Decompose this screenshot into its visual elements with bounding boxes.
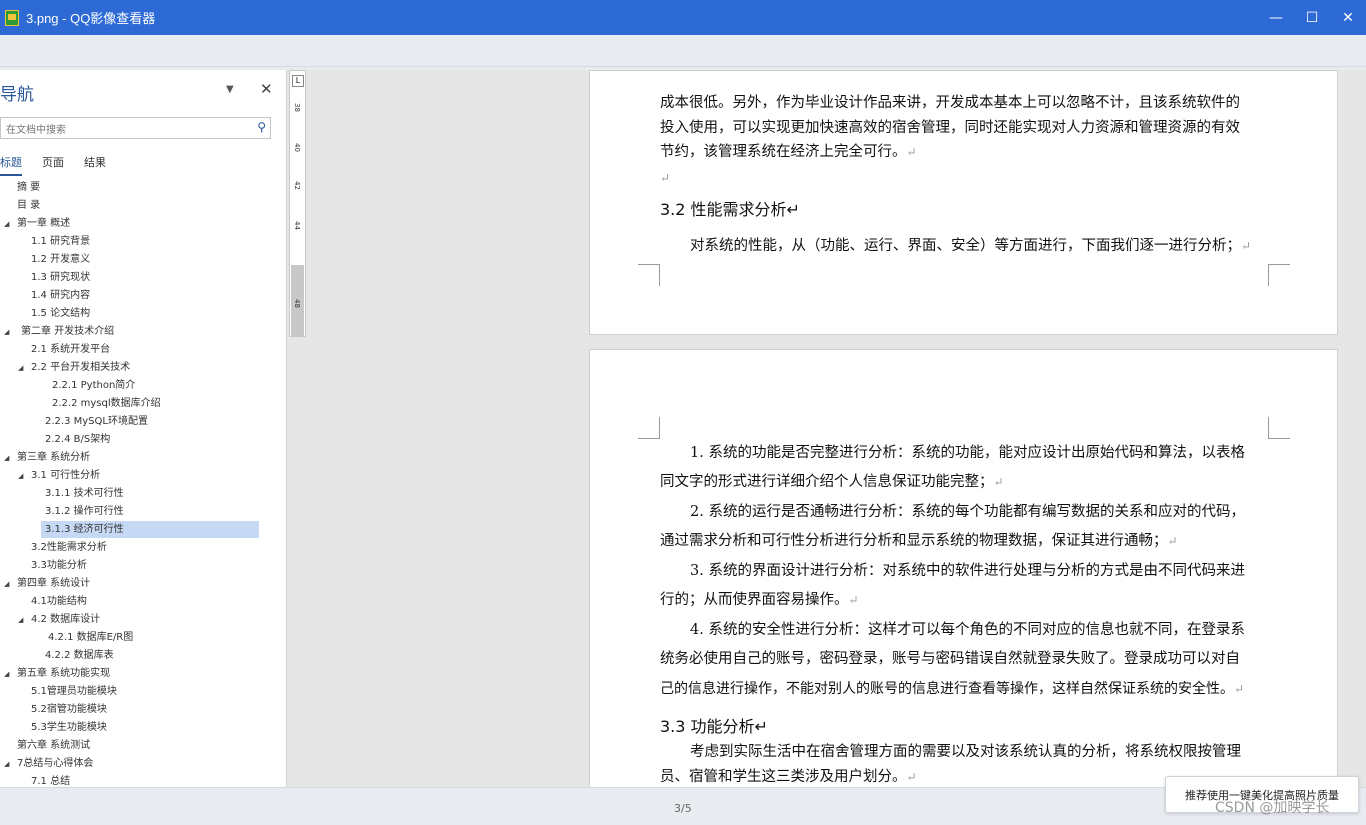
empty-paragraph: ↵ [660,171,671,185]
page-indicator: 3/5 [674,802,692,815]
maximize-button[interactable]: ☐ [1294,0,1330,35]
search-icon[interactable]: ⚲ [257,120,266,134]
tree-item[interactable]: 2.2.3 MySQL环境配置 [45,413,148,430]
tree-item[interactable]: 第六章 系统测试 [17,737,90,754]
collapse-triangle-icon[interactable]: ◢ [4,670,9,678]
minimize-button[interactable]: — [1258,0,1294,35]
tree-item[interactable]: 2.2.2 mysql数据库介绍 [52,395,161,412]
tree-item[interactable]: 3.1.2 操作可行性 [45,503,124,520]
tree-item[interactable]: 1.5 论文结构 [31,305,90,322]
collapse-triangle-icon[interactable]: ◢ [18,364,23,372]
tree-item[interactable]: 5.2宿管功能模块 [31,701,107,718]
navigation-pane: 导航 ▼ ✕ ⚲ 标题 页面 结果 摘 要 目 录 ◢ 第一章 概述 1.1 研… [0,70,287,787]
tree-item[interactable]: 第四章 系统设计 [17,575,90,592]
tree-item[interactable]: 3.3功能分析 [31,557,87,574]
document-page: 1. 系统的功能是否完整进行分析：系统的功能，能对应设计出原始代码和算法，以表格… [589,349,1338,787]
title-bar: 3.png - QQ影像查看器 — ☐ ✕ [0,0,1366,35]
ruler-tick: 42 [293,181,301,190]
tree-item[interactable]: 2.2 平台开发相关技术 [31,359,130,376]
margin-marker [1268,417,1290,439]
collapse-triangle-icon[interactable]: ◢ [4,454,9,462]
tree-item[interactable]: 2.1 系统开发平台 [31,341,110,358]
body-text: 同文字的形式进行详细介绍个人信息保证功能完整；↵ [660,474,1004,490]
tree-item[interactable]: 1.3 研究现状 [31,269,90,286]
body-text: 统务必使用自己的账号，密码登录，账号与密码错误自然就登录失败了。登录成功可以对自 [660,651,1240,667]
tab-stop-icon[interactable]: L [292,75,304,87]
body-text: 对系统的性能，从（功能、运行、界面、安全）等方面进行，下面我们逐一进行分析；↵ [690,238,1252,254]
collapse-triangle-icon[interactable]: ◢ [4,220,9,228]
nav-title: 导航 [0,85,34,105]
collapse-triangle-icon[interactable]: ◢ [4,580,9,588]
document-page: 成本很低。另外，作为毕业设计作品来讲，开发成本基本上可以忽略不计，且该系统软件的… [589,70,1338,335]
ruler-tick: 44 [293,221,301,230]
window-title: 3.png - QQ影像查看器 [26,11,156,26]
close-button[interactable]: ✕ [1330,0,1366,35]
body-text: 行的；从而使界面容易操作。↵ [660,592,859,608]
tree-item-selected[interactable]: 3.1.3 经济可行性 [41,521,259,538]
tree-item[interactable]: 4.1功能结构 [31,593,87,610]
tree-item[interactable]: 7.1 总结 [31,773,70,787]
watermark: CSDN @加映学长 [1215,800,1330,816]
tree-item[interactable]: 4.2.1 数据库E/R图 [48,629,133,646]
tree-item[interactable]: 7总结与心得体会 [17,755,93,772]
tree-item[interactable]: 4.2 数据库设计 [31,611,100,628]
tree-item[interactable]: 1.4 研究内容 [31,287,90,304]
collapse-triangle-icon[interactable]: ◢ [4,328,9,336]
collapse-triangle-icon[interactable]: ◢ [18,616,23,624]
tree-item[interactable]: 4.2.2 数据库表 [45,647,114,664]
tree-item[interactable]: 第一章 概述 [17,215,70,232]
tree-item[interactable]: 目 录 [17,197,40,214]
body-text: 节约，该管理系统在经济上完全可行。↵ [660,144,917,160]
app-icon [5,9,19,26]
tree-item[interactable]: 摘 要 [17,179,40,196]
body-text: 投入使用，可以实现更加快速高效的宿舍管理，同时还能实现对人力资源和管理资源的有效 [660,120,1240,136]
tab-pages[interactable]: 页面 [42,154,64,176]
section-heading: 3.2 性能需求分析↵ [660,200,800,219]
margin-marker [1268,264,1290,286]
margin-marker [638,264,660,286]
tree-item[interactable]: 2.2.4 B/S架构 [45,431,110,448]
body-text: 1. 系统的功能是否完整进行分析：系统的功能，能对应设计出原始代码和算法，以表格 [690,445,1245,461]
tree-item[interactable]: 3.1.1 技术可行性 [45,485,124,502]
tab-results[interactable]: 结果 [84,154,106,176]
tree-item[interactable]: 第三章 系统分析 [17,449,90,466]
collapse-triangle-icon[interactable]: ◢ [18,472,23,480]
body-text: 4. 系统的安全性进行分析：这样才可以每个角色的不同对应的信息也就不同，在登录系 [690,622,1245,638]
tree-item[interactable]: 3.1 可行性分析 [31,467,100,484]
tree-item[interactable]: 第二章 开发技术介绍 [21,323,114,340]
body-text: 通过需求分析和可行性分析进行分析和显示系统的物理数据，保证其进行通畅；↵ [660,533,1178,549]
tree-item[interactable]: 第五章 系统功能实现 [17,665,110,682]
toolbar [0,35,1366,67]
nav-search-box[interactable]: ⚲ [0,117,271,141]
tree-item[interactable]: 2.2.1 Python简介 [52,377,135,394]
tree-item[interactable]: 5.3学生功能模块 [31,719,107,736]
tree-item[interactable]: 1.1 研究背景 [31,233,90,250]
body-text: 成本很低。另外，作为毕业设计作品来讲，开发成本基本上可以忽略不计，且该系统软件的 [660,95,1240,111]
tab-headings[interactable]: 标题 [0,154,22,176]
body-text: 考虑到实际生活中在宿舍管理方面的需要以及对该系统认真的分析，将系统权限按管理 [690,744,1241,760]
body-text: 3. 系统的界面设计进行分析：对系统中的软件进行处理与分析的方式是由不同代码来进 [690,563,1245,579]
image-viewport[interactable]: 导航 ▼ ✕ ⚲ 标题 页面 结果 摘 要 目 录 ◢ 第一章 概述 1.1 研… [0,70,1366,787]
margin-marker [638,417,660,439]
search-input[interactable] [1,120,236,141]
ruler-tick: 40 [293,143,301,152]
ruler-tick: 38 [293,103,301,112]
vertical-ruler: L 38 40 42 44 48 [289,70,306,337]
chevron-down-icon[interactable]: ▼ [226,84,234,95]
body-text: 己的信息进行操作，不能对别人的账号的信息进行查看等操作，这样自然保证系统的安全性… [660,681,1245,697]
status-bar: 3/5 [0,787,1366,825]
body-text: 2. 系统的运行是否通畅进行分析：系统的每个功能都有编写数据的关系和应对的代码， [690,504,1245,520]
tree-item[interactable]: 1.2 开发意义 [31,251,90,268]
tree-item[interactable]: 5.1管理员功能模块 [31,683,117,700]
ruler-tick: 48 [293,299,301,308]
tree-item[interactable]: 3.2性能需求分析 [31,539,107,556]
section-heading: 3.3 功能分析↵ [660,717,768,736]
collapse-triangle-icon[interactable]: ◢ [4,760,9,768]
close-icon[interactable]: ✕ [260,80,273,98]
